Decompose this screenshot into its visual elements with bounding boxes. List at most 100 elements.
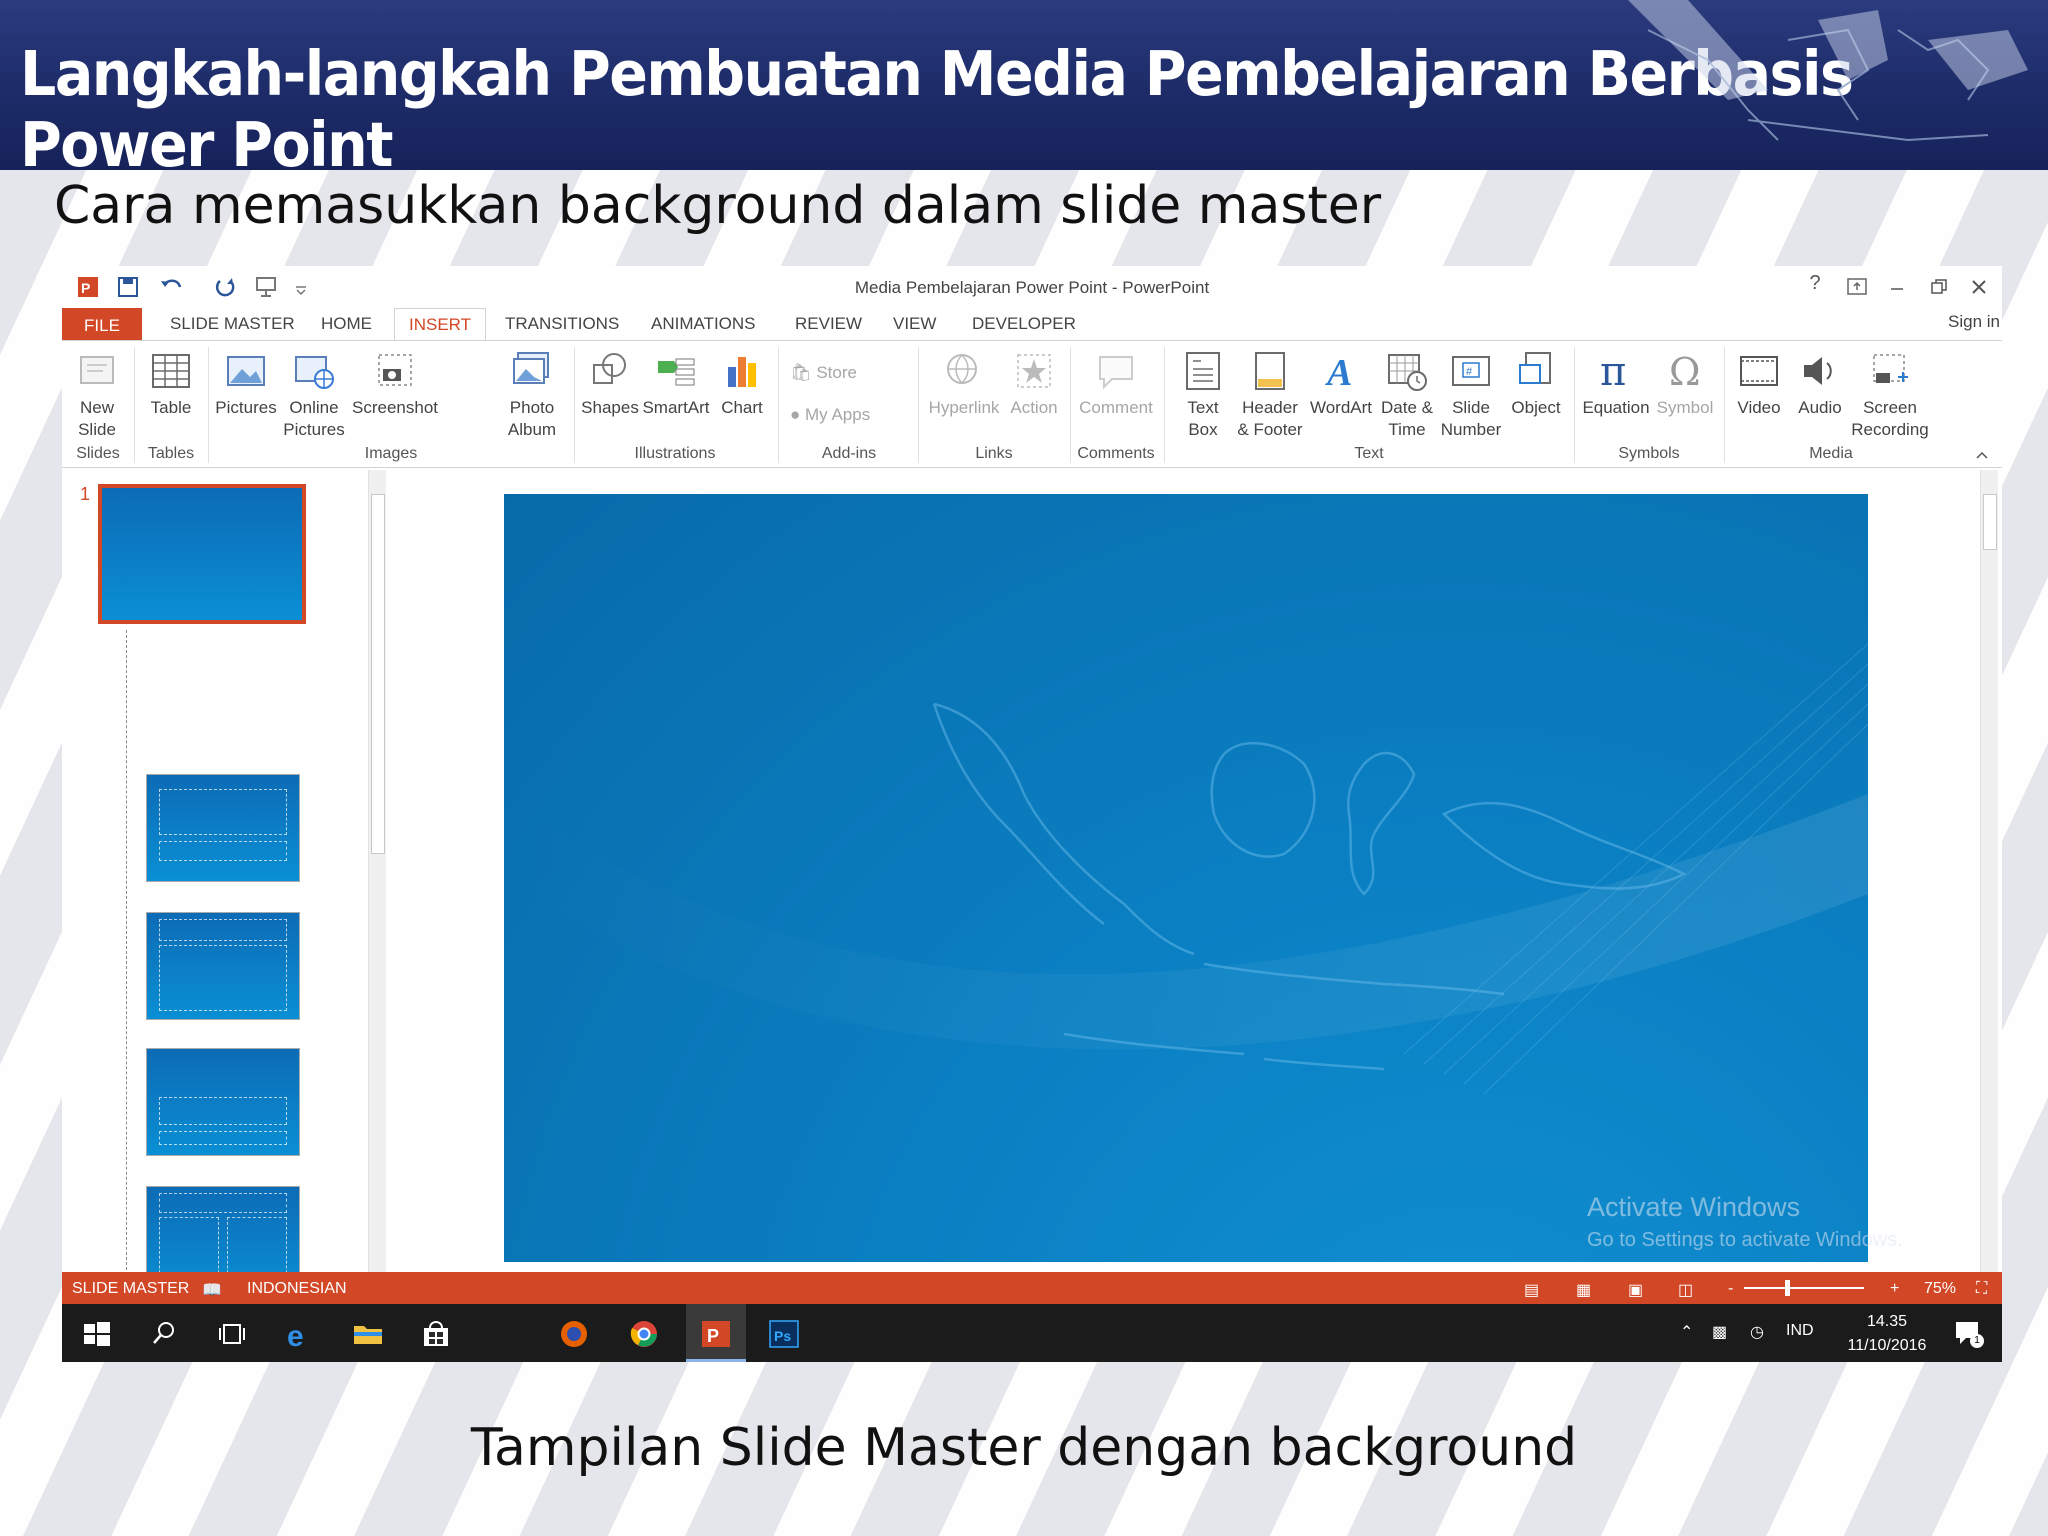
minimize-icon[interactable] bbox=[1882, 276, 1912, 298]
windows-start-icon[interactable] bbox=[78, 1316, 114, 1352]
layout-thumbnail[interactable] bbox=[146, 912, 300, 1020]
fit-slide-icon[interactable]: ⛶ bbox=[1976, 1280, 1987, 1298]
thumbnail-number: 1 bbox=[80, 484, 91, 504]
group-media-label: Media bbox=[1809, 445, 1853, 462]
search-icon[interactable] bbox=[146, 1316, 182, 1352]
edge-browser-icon[interactable]: e bbox=[282, 1316, 318, 1352]
collapse-ribbon-icon[interactable] bbox=[1974, 449, 1990, 461]
layout-thumbnail[interactable] bbox=[146, 1048, 300, 1156]
video-icon bbox=[1740, 356, 1778, 386]
close-icon[interactable] bbox=[1964, 276, 1994, 298]
layout-thumbnail[interactable] bbox=[146, 774, 300, 882]
object-button[interactable]: Object bbox=[1506, 349, 1566, 419]
symbol-label: Symbol bbox=[1656, 398, 1714, 417]
slide-scrollbar[interactable] bbox=[1980, 470, 1998, 1272]
zoom-out-button[interactable]: - bbox=[1728, 1280, 1733, 1298]
date-time-button[interactable]: Date & Time bbox=[1376, 349, 1438, 441]
zoom-slider-thumb[interactable] bbox=[1785, 1280, 1791, 1296]
master-slide-thumbnail[interactable] bbox=[98, 484, 306, 624]
pictures-label: Pictures bbox=[215, 398, 277, 417]
tab-home[interactable]: HOME bbox=[321, 314, 372, 340]
ribbon-display-options-icon[interactable] bbox=[1842, 276, 1872, 298]
new-slide-icon bbox=[80, 356, 114, 384]
action-button[interactable]: Action bbox=[1004, 349, 1064, 419]
screenshot-button[interactable]: Screenshot bbox=[350, 349, 440, 419]
zoom-slider[interactable] bbox=[1744, 1287, 1864, 1289]
restore-icon[interactable] bbox=[1924, 276, 1954, 298]
taskbar-time: 14.35 bbox=[1866, 1313, 1908, 1330]
powerpoint-window: P Media Pembelajaran Power Point - Power… bbox=[62, 266, 2002, 1362]
wifi-icon[interactable]: ◷ bbox=[1750, 1322, 1764, 1342]
slideshow-view-icon[interactable]: ◫ bbox=[1678, 1280, 1693, 1300]
group-divider bbox=[1574, 347, 1575, 463]
group-divider bbox=[208, 347, 209, 463]
thumbnail-scroll-thumb[interactable] bbox=[371, 494, 385, 854]
chart-icon bbox=[728, 357, 756, 387]
slide-master-canvas[interactable] bbox=[504, 494, 1868, 1262]
text-box-label-2: Box bbox=[1188, 420, 1218, 439]
photoshop-icon[interactable]: Ps bbox=[766, 1316, 802, 1352]
tab-developer[interactable]: DEVELOPER bbox=[972, 314, 1076, 340]
shapes-button[interactable]: Shapes bbox=[580, 349, 640, 419]
online-pictures-button[interactable]: Online Pictures bbox=[282, 349, 346, 441]
normal-view-icon[interactable]: ▤ bbox=[1524, 1280, 1539, 1300]
tab-slide-master[interactable]: SLIDE MASTER bbox=[170, 314, 295, 340]
screen-recording-button[interactable]: Screen Recording bbox=[1848, 349, 1932, 441]
thumbnail-scrollbar[interactable] bbox=[368, 470, 386, 1272]
online-pictures-icon bbox=[295, 356, 334, 389]
help-button[interactable]: ? bbox=[1800, 272, 1830, 295]
tab-animations[interactable]: ANIMATIONS bbox=[651, 314, 756, 340]
store-app-icon[interactable] bbox=[418, 1316, 454, 1352]
pictures-icon bbox=[227, 356, 265, 386]
hyperlink-button[interactable]: Hyperlink bbox=[924, 349, 1004, 419]
input-language[interactable]: IND bbox=[1786, 1322, 1814, 1340]
tab-view[interactable]: VIEW bbox=[893, 314, 936, 340]
zoom-level[interactable]: 75% bbox=[1924, 1280, 1956, 1298]
file-explorer-icon[interactable] bbox=[350, 1316, 386, 1352]
my-apps-button[interactable]: ● My Apps bbox=[790, 405, 870, 425]
firefox-icon[interactable] bbox=[556, 1316, 592, 1352]
spellcheck-icon[interactable]: 📖 bbox=[202, 1280, 222, 1300]
comment-button[interactable]: Comment bbox=[1076, 349, 1156, 419]
new-slide-button[interactable]: New Slide bbox=[72, 349, 122, 441]
object-label: Object bbox=[1511, 398, 1561, 417]
action-center-icon[interactable]: 1 bbox=[1952, 1318, 1984, 1348]
group-divider bbox=[918, 347, 919, 463]
text-box-label-1: Text bbox=[1187, 398, 1219, 417]
sign-in-link[interactable]: Sign in bbox=[1948, 312, 2000, 332]
equation-button[interactable]: π Equation bbox=[1580, 349, 1652, 419]
header-footer-label-1: Header bbox=[1242, 398, 1298, 417]
tab-insert[interactable]: INSERT bbox=[394, 308, 487, 341]
slide-scroll-thumb[interactable] bbox=[1983, 494, 1997, 550]
taskbar-clock[interactable]: 14.35 11/10/2016 bbox=[1832, 1310, 1942, 1358]
store-button[interactable]: 🛍 Store bbox=[790, 363, 857, 383]
pictures-button[interactable]: Pictures bbox=[214, 349, 278, 419]
slide-sorter-icon[interactable]: ▦ bbox=[1576, 1280, 1591, 1300]
audio-button[interactable]: Audio bbox=[1792, 349, 1848, 419]
smartart-button[interactable]: SmartArt bbox=[642, 349, 710, 419]
chart-button[interactable]: Chart bbox=[714, 349, 770, 419]
group-links-label: Links bbox=[975, 445, 1013, 462]
table-button[interactable]: Table bbox=[142, 349, 200, 419]
wordart-button[interactable]: A WordArt bbox=[1306, 349, 1376, 419]
status-language[interactable]: INDONESIAN bbox=[247, 1280, 347, 1298]
show-hidden-icons-icon[interactable]: ⌃ bbox=[1680, 1322, 1693, 1342]
text-box-button[interactable]: Text Box bbox=[1172, 349, 1234, 441]
slide-number-button[interactable]: # Slide Number bbox=[1438, 349, 1504, 441]
photo-album-button[interactable]: Photo Album bbox=[496, 349, 568, 441]
symbol-omega-icon: Ω bbox=[1669, 350, 1701, 393]
network-icon[interactable]: ▩ bbox=[1712, 1322, 1727, 1342]
online-pictures-label-1: Online bbox=[289, 398, 339, 417]
task-view-icon[interactable] bbox=[214, 1316, 250, 1352]
video-button[interactable]: Video bbox=[1730, 349, 1788, 419]
tab-file[interactable]: FILE bbox=[62, 308, 142, 340]
chrome-icon[interactable] bbox=[626, 1316, 662, 1352]
reading-view-icon[interactable]: ▣ bbox=[1628, 1280, 1643, 1300]
tab-review[interactable]: REVIEW bbox=[795, 314, 862, 340]
symbol-button[interactable]: Ω Symbol bbox=[1652, 349, 1718, 419]
zoom-in-button[interactable]: + bbox=[1890, 1280, 1899, 1298]
header-footer-button[interactable]: Header & Footer bbox=[1234, 349, 1306, 441]
online-pictures-label-2: Pictures bbox=[283, 420, 345, 439]
powerpoint-taskbar-icon[interactable]: P bbox=[698, 1316, 734, 1352]
tab-transitions[interactable]: TRANSITIONS bbox=[505, 314, 619, 340]
